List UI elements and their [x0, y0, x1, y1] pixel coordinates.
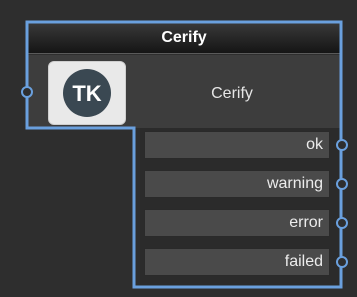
node-outline	[25, 20, 343, 289]
output-port-warning[interactable]	[336, 178, 348, 190]
output-port-error[interactable]	[336, 217, 348, 229]
output-port-failed[interactable]	[336, 256, 348, 268]
output-port-ok[interactable]	[336, 139, 348, 151]
input-port[interactable]	[21, 86, 33, 98]
